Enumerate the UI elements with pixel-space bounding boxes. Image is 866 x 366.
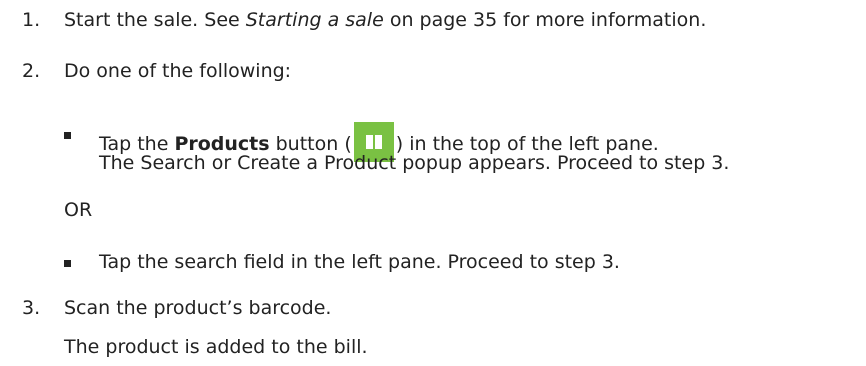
option-b-text: Tap the search field in the left pane. P… xyxy=(99,251,620,273)
step-1-text: Start the sale. See xyxy=(64,9,246,31)
result-text: The product is added to the bill. xyxy=(64,336,368,358)
bullet-option-a xyxy=(64,132,71,139)
or-label: OR xyxy=(64,199,93,221)
step-2-number: 2. xyxy=(22,60,41,82)
step-2-text: Do one of the following: xyxy=(64,60,292,82)
option-a-line-2: The Search or Create a Product popup app… xyxy=(99,152,730,174)
step-1-text-end: on page 35 for more information. xyxy=(383,9,707,31)
cross-reference-link[interactable]: Starting a sale xyxy=(246,9,384,31)
step-3-number: 3. xyxy=(22,297,41,319)
step-3-text: Scan the product’s barcode. xyxy=(64,297,332,319)
step-1-number: 1. xyxy=(22,9,41,31)
bullet-option-b xyxy=(64,260,71,267)
